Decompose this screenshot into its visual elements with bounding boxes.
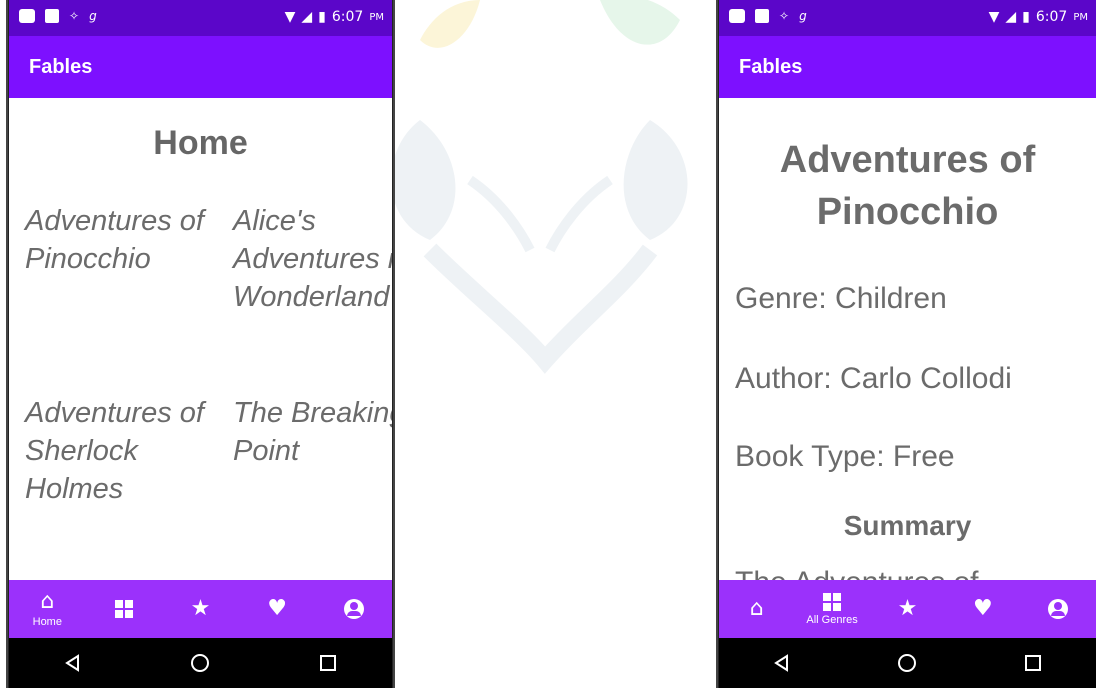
nav-item-label: Home (32, 615, 62, 628)
system-navigation-bar (9, 638, 392, 688)
bottom-navigation: ⌂ Home ★ ♥ (9, 580, 392, 638)
youtube-notification-icon (729, 9, 745, 23)
nav-item-liked[interactable]: ♥ (247, 580, 307, 638)
carrier-icon: g (89, 9, 97, 23)
star-icon: ★ (190, 596, 211, 621)
nav-item-liked[interactable]: ♥ (953, 580, 1013, 638)
nav-item-account[interactable] (324, 580, 384, 638)
book-genre: Genre: Children (735, 282, 947, 315)
clock-time: 6:07 (331, 9, 364, 25)
nav-item-favorites[interactable]: ★ (877, 580, 937, 638)
nav-item-home[interactable]: ⌂ (727, 580, 787, 638)
app-title: Fables (739, 55, 803, 78)
recents-icon[interactable] (1022, 652, 1044, 674)
signal-notification-icon: ✧ (69, 9, 80, 23)
heart-icon: ♥ (267, 596, 287, 621)
carrier-icon: g (799, 9, 807, 23)
nav-item-genres[interactable] (94, 580, 154, 638)
back-icon[interactable] (62, 652, 84, 674)
cell-signal-icon: ◢ (301, 9, 313, 25)
nav-item-favorites[interactable]: ★ (170, 580, 230, 638)
book-item[interactable]: Adventures of Sherlock Holmes (25, 394, 233, 580)
home-content: Home Adventures of Pinocchio Alice's Adv… (9, 98, 392, 580)
battery-icon: ▮ (318, 9, 326, 25)
clock-ampm: PM (369, 11, 384, 23)
wifi-icon: ▼ (988, 9, 1000, 25)
bottom-navigation: ⌂ All Genres ★ ♥ (719, 580, 1096, 638)
book-grid: Adventures of Pinocchio Alice's Adventur… (25, 202, 392, 580)
home-icon: ⌂ (40, 588, 55, 614)
nav-item-home[interactable]: ⌂ Home (17, 580, 77, 638)
wifi-icon: ▼ (284, 9, 296, 25)
book-type: Book Type: Free (735, 440, 955, 473)
book-item[interactable]: Adventures of Pinocchio (25, 202, 233, 394)
image-notification-icon (755, 9, 769, 23)
system-navigation-bar (719, 638, 1096, 688)
phone-screen-book-detail: ✧ g ▼ ◢ ▮ 6:07 PM Fables Adventures of P… (719, 0, 1096, 688)
cell-signal-icon: ◢ (1005, 9, 1017, 25)
status-bar: ✧ g ▼ ◢ ▮ 6:07 PM (719, 0, 1096, 36)
clock-ampm: PM (1073, 11, 1088, 23)
home-icon: ⌂ (749, 596, 764, 621)
heart-icon: ♥ (972, 596, 993, 621)
back-icon[interactable] (771, 652, 793, 674)
clock-time: 6:07 (1035, 9, 1068, 25)
nav-item-genres[interactable]: All Genres (802, 580, 862, 638)
account-icon (1048, 599, 1069, 619)
genres-grid-icon (823, 592, 842, 611)
account-icon (343, 599, 364, 619)
app-bar: Fables (719, 36, 1096, 98)
image-notification-icon (45, 9, 59, 23)
recents-icon[interactable] (317, 652, 339, 674)
phone-screen-home: ✧ g ▼ ◢ ▮ 6:07 PM Fables Home Adventures… (9, 0, 392, 688)
summary-heading: Summary (843, 510, 972, 541)
summary-text: The Adventures of (735, 566, 979, 580)
book-author: Author: Carlo Collodi (735, 362, 1012, 395)
signal-notification-icon: ✧ (779, 9, 790, 23)
battery-icon: ▮ (1022, 9, 1030, 25)
book-item[interactable]: The Breaking Point (233, 394, 392, 580)
app-title: Fables (29, 55, 93, 78)
star-icon: ★ (897, 596, 918, 621)
page-title: Home (153, 124, 248, 162)
book-item[interactable]: Alice's Adventures in Wonderland (233, 202, 392, 394)
home-circle-icon[interactable] (189, 652, 211, 674)
genres-grid-icon (114, 600, 133, 618)
nav-item-account[interactable] (1028, 580, 1088, 638)
home-circle-icon[interactable] (896, 652, 918, 674)
status-bar: ✧ g ▼ ◢ ▮ 6:07 PM (9, 0, 392, 36)
app-bar: Fables (9, 36, 392, 98)
book-title: Adventures of Pinocchio (779, 139, 1036, 233)
book-detail-content: Adventures of Pinocchio Genre: Children … (719, 98, 1096, 580)
nav-item-label: All Genres (806, 613, 858, 626)
youtube-notification-icon (19, 9, 35, 23)
